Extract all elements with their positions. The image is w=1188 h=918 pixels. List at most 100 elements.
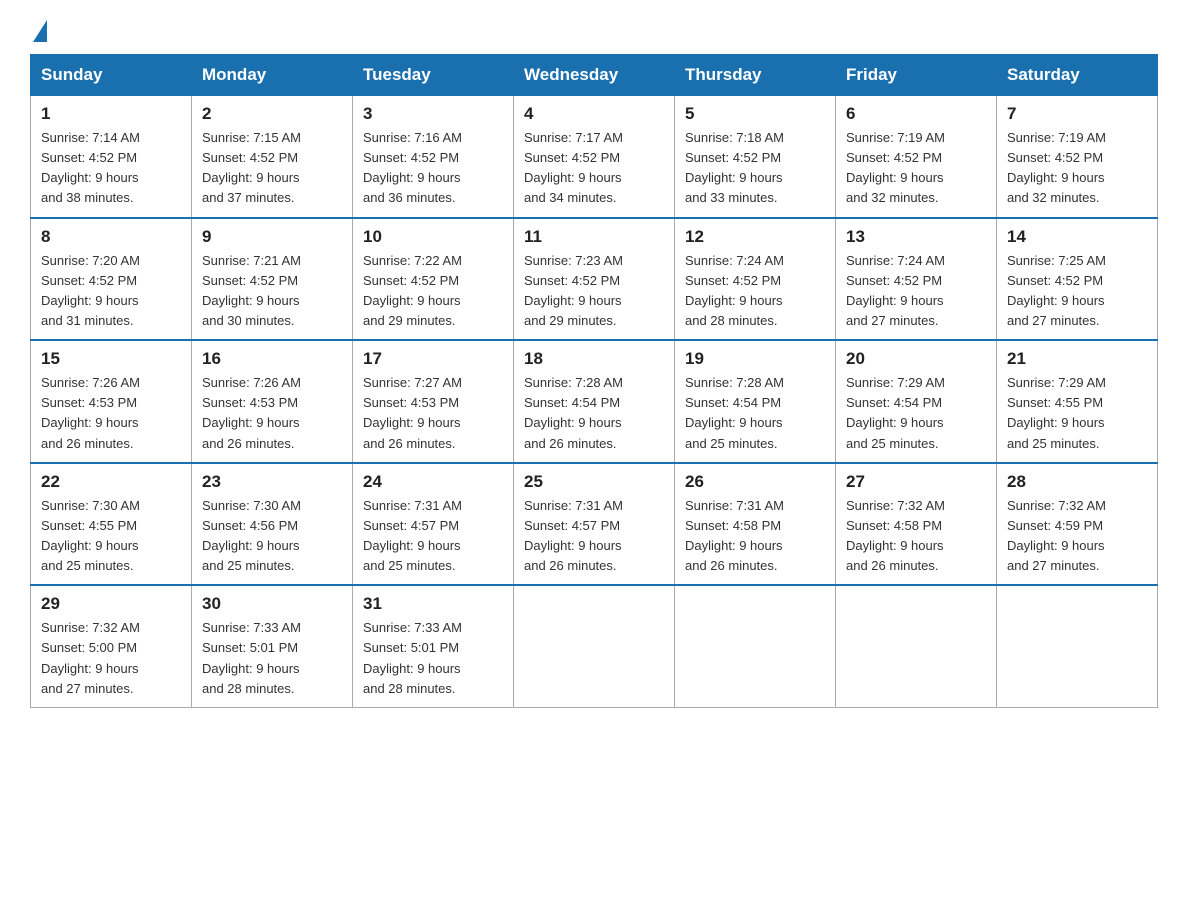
day-number: 30	[202, 594, 342, 614]
calendar-day-cell: 25 Sunrise: 7:31 AMSunset: 4:57 PMDayligh…	[514, 463, 675, 586]
calendar-day-cell	[514, 585, 675, 707]
weekday-header-thursday: Thursday	[675, 55, 836, 96]
day-number: 26	[685, 472, 825, 492]
calendar-day-cell: 24 Sunrise: 7:31 AMSunset: 4:57 PMDayligh…	[353, 463, 514, 586]
day-info: Sunrise: 7:27 AMSunset: 4:53 PMDaylight:…	[363, 375, 462, 450]
day-info: Sunrise: 7:19 AMSunset: 4:52 PMDaylight:…	[846, 130, 945, 205]
calendar-week-row: 1Sunrise: 7:14 AMSunset: 4:52 PMDaylight…	[31, 96, 1158, 218]
calendar-day-cell: 17 Sunrise: 7:27 AMSunset: 4:53 PMDayligh…	[353, 340, 514, 463]
day-number: 9	[202, 227, 342, 247]
calendar-day-cell: 8 Sunrise: 7:20 AMSunset: 4:52 PMDaylight…	[31, 218, 192, 341]
day-number: 3	[363, 104, 503, 124]
day-number: 25	[524, 472, 664, 492]
day-info: Sunrise: 7:28 AMSunset: 4:54 PMDaylight:…	[685, 375, 784, 450]
day-info: Sunrise: 7:25 AMSunset: 4:52 PMDaylight:…	[1007, 253, 1106, 328]
calendar-day-cell: 4 Sunrise: 7:17 AMSunset: 4:52 PMDaylight…	[514, 96, 675, 218]
calendar-week-row: 22 Sunrise: 7:30 AMSunset: 4:55 PMDayligh…	[31, 463, 1158, 586]
calendar-day-cell: 21 Sunrise: 7:29 AMSunset: 4:55 PMDayligh…	[997, 340, 1158, 463]
day-number: 15	[41, 349, 181, 369]
day-info: Sunrise: 7:32 AMSunset: 5:00 PMDaylight:…	[41, 620, 140, 695]
weekday-header-saturday: Saturday	[997, 55, 1158, 96]
calendar-day-cell: 10Sunrise: 7:22 AMSunset: 4:52 PMDayligh…	[353, 218, 514, 341]
calendar-day-cell: 3 Sunrise: 7:16 AMSunset: 4:52 PMDaylight…	[353, 96, 514, 218]
day-info: Sunrise: 7:18 AMSunset: 4:52 PMDaylight:…	[685, 130, 784, 205]
calendar-day-cell: 2 Sunrise: 7:15 AMSunset: 4:52 PMDaylight…	[192, 96, 353, 218]
day-number: 28	[1007, 472, 1147, 492]
day-info: Sunrise: 7:29 AMSunset: 4:55 PMDaylight:…	[1007, 375, 1106, 450]
calendar-day-cell: 19 Sunrise: 7:28 AMSunset: 4:54 PMDayligh…	[675, 340, 836, 463]
calendar-day-cell: 16Sunrise: 7:26 AMSunset: 4:53 PMDayligh…	[192, 340, 353, 463]
day-info: Sunrise: 7:22 AMSunset: 4:52 PMDaylight:…	[363, 253, 462, 328]
day-info: Sunrise: 7:31 AMSunset: 4:58 PMDaylight:…	[685, 498, 784, 573]
calendar-week-row: 29 Sunrise: 7:32 AMSunset: 5:00 PMDayligh…	[31, 585, 1158, 707]
calendar-day-cell: 6 Sunrise: 7:19 AMSunset: 4:52 PMDaylight…	[836, 96, 997, 218]
weekday-header-row: SundayMondayTuesdayWednesdayThursdayFrid…	[31, 55, 1158, 96]
day-info: Sunrise: 7:28 AMSunset: 4:54 PMDaylight:…	[524, 375, 623, 450]
day-number: 24	[363, 472, 503, 492]
calendar-day-cell: 22 Sunrise: 7:30 AMSunset: 4:55 PMDayligh…	[31, 463, 192, 586]
calendar-day-cell	[675, 585, 836, 707]
calendar-day-cell: 31Sunrise: 7:33 AMSunset: 5:01 PMDayligh…	[353, 585, 514, 707]
logo	[30, 20, 47, 34]
day-number: 20	[846, 349, 986, 369]
calendar-day-cell: 15 Sunrise: 7:26 AMSunset: 4:53 PMDayligh…	[31, 340, 192, 463]
day-info: Sunrise: 7:17 AMSunset: 4:52 PMDaylight:…	[524, 130, 623, 205]
calendar-day-cell: 29 Sunrise: 7:32 AMSunset: 5:00 PMDayligh…	[31, 585, 192, 707]
calendar-day-cell: 9 Sunrise: 7:21 AMSunset: 4:52 PMDaylight…	[192, 218, 353, 341]
day-info: Sunrise: 7:26 AMSunset: 4:53 PMDaylight:…	[41, 375, 140, 450]
weekday-header-tuesday: Tuesday	[353, 55, 514, 96]
logo-general	[30, 20, 47, 38]
calendar-day-cell: 5Sunrise: 7:18 AMSunset: 4:52 PMDaylight…	[675, 96, 836, 218]
calendar-day-cell: 7Sunrise: 7:19 AMSunset: 4:52 PMDaylight…	[997, 96, 1158, 218]
logo-triangle-icon	[33, 20, 47, 42]
day-info: Sunrise: 7:30 AMSunset: 4:55 PMDaylight:…	[41, 498, 140, 573]
weekday-header-monday: Monday	[192, 55, 353, 96]
day-info: Sunrise: 7:21 AMSunset: 4:52 PMDaylight:…	[202, 253, 301, 328]
day-number: 23	[202, 472, 342, 492]
day-info: Sunrise: 7:20 AMSunset: 4:52 PMDaylight:…	[41, 253, 140, 328]
day-number: 27	[846, 472, 986, 492]
weekday-header-wednesday: Wednesday	[514, 55, 675, 96]
day-info: Sunrise: 7:19 AMSunset: 4:52 PMDaylight:…	[1007, 130, 1106, 205]
calendar-day-cell: 28 Sunrise: 7:32 AMSunset: 4:59 PMDayligh…	[997, 463, 1158, 586]
weekday-header-friday: Friday	[836, 55, 997, 96]
day-info: Sunrise: 7:26 AMSunset: 4:53 PMDaylight:…	[202, 375, 301, 450]
day-number: 6	[846, 104, 986, 124]
calendar-day-cell	[836, 585, 997, 707]
day-info: Sunrise: 7:31 AMSunset: 4:57 PMDaylight:…	[524, 498, 623, 573]
day-number: 4	[524, 104, 664, 124]
calendar-day-cell: 13Sunrise: 7:24 AMSunset: 4:52 PMDayligh…	[836, 218, 997, 341]
day-info: Sunrise: 7:14 AMSunset: 4:52 PMDaylight:…	[41, 130, 140, 205]
calendar-day-cell	[997, 585, 1158, 707]
day-info: Sunrise: 7:15 AMSunset: 4:52 PMDaylight:…	[202, 130, 301, 205]
day-info: Sunrise: 7:32 AMSunset: 4:59 PMDaylight:…	[1007, 498, 1106, 573]
day-number: 17	[363, 349, 503, 369]
day-number: 18	[524, 349, 664, 369]
day-info: Sunrise: 7:23 AMSunset: 4:52 PMDaylight:…	[524, 253, 623, 328]
day-number: 19	[685, 349, 825, 369]
day-number: 29	[41, 594, 181, 614]
calendar-day-cell: 11Sunrise: 7:23 AMSunset: 4:52 PMDayligh…	[514, 218, 675, 341]
calendar-day-cell: 30 Sunrise: 7:33 AMSunset: 5:01 PMDayligh…	[192, 585, 353, 707]
day-info: Sunrise: 7:33 AMSunset: 5:01 PMDaylight:…	[202, 620, 301, 695]
calendar-day-cell: 27Sunrise: 7:32 AMSunset: 4:58 PMDayligh…	[836, 463, 997, 586]
day-info: Sunrise: 7:33 AMSunset: 5:01 PMDaylight:…	[363, 620, 462, 695]
day-number: 2	[202, 104, 342, 124]
calendar-day-cell: 26 Sunrise: 7:31 AMSunset: 4:58 PMDayligh…	[675, 463, 836, 586]
day-number: 22	[41, 472, 181, 492]
calendar-table: SundayMondayTuesdayWednesdayThursdayFrid…	[30, 54, 1158, 708]
day-info: Sunrise: 7:16 AMSunset: 4:52 PMDaylight:…	[363, 130, 462, 205]
calendar-day-cell: 20Sunrise: 7:29 AMSunset: 4:54 PMDayligh…	[836, 340, 997, 463]
calendar-week-row: 8 Sunrise: 7:20 AMSunset: 4:52 PMDaylight…	[31, 218, 1158, 341]
day-info: Sunrise: 7:24 AMSunset: 4:52 PMDaylight:…	[685, 253, 784, 328]
day-number: 8	[41, 227, 181, 247]
day-number: 12	[685, 227, 825, 247]
calendar-week-row: 15 Sunrise: 7:26 AMSunset: 4:53 PMDayligh…	[31, 340, 1158, 463]
calendar-day-cell: 23 Sunrise: 7:30 AMSunset: 4:56 PMDayligh…	[192, 463, 353, 586]
day-info: Sunrise: 7:24 AMSunset: 4:52 PMDaylight:…	[846, 253, 945, 328]
day-info: Sunrise: 7:31 AMSunset: 4:57 PMDaylight:…	[363, 498, 462, 573]
page-header	[30, 20, 1158, 34]
day-number: 14	[1007, 227, 1147, 247]
day-info: Sunrise: 7:30 AMSunset: 4:56 PMDaylight:…	[202, 498, 301, 573]
day-number: 21	[1007, 349, 1147, 369]
